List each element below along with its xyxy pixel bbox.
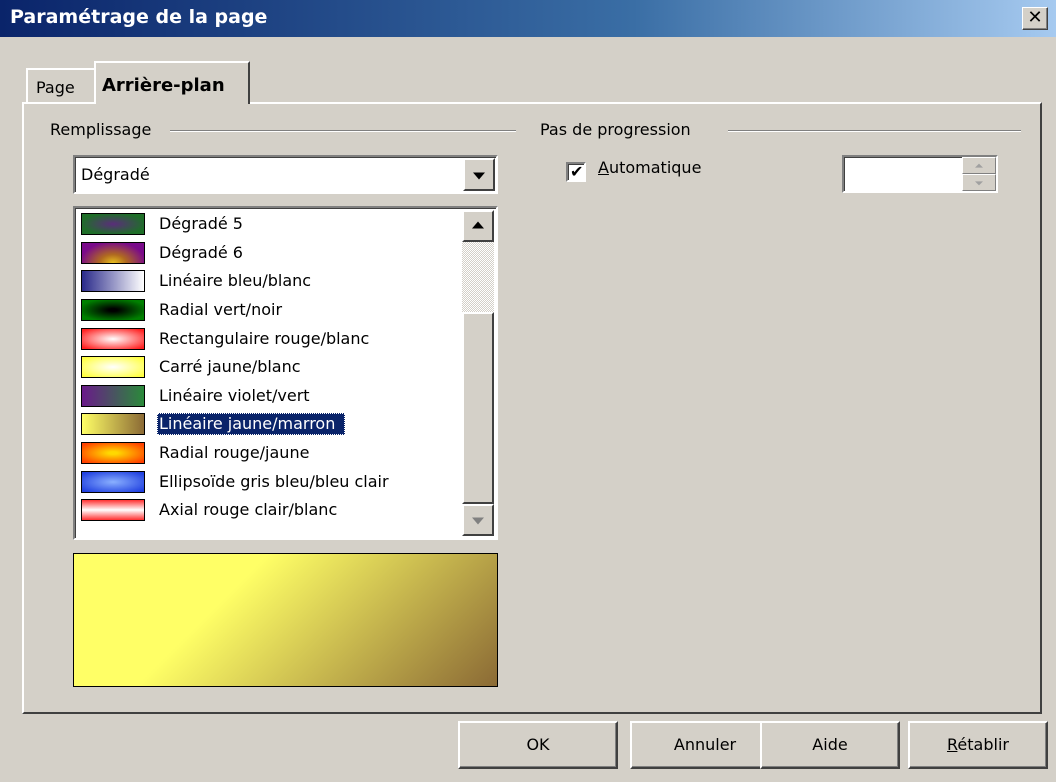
gradient-list-item[interactable]: Radial rouge/jaune <box>77 439 461 468</box>
automatic-label-accesskey: A <box>598 158 609 177</box>
gradient-swatch <box>81 499 145 522</box>
gradient-swatch <box>81 356 145 379</box>
gradient-list-item[interactable]: Linéaire jaune/marron <box>77 410 461 439</box>
step-spin-field[interactable] <box>842 155 998 193</box>
gradient-list-item[interactable]: Ellipsoïde gris bleu/bleu clair <box>77 467 461 496</box>
fill-type-value: Dégradé <box>81 165 150 184</box>
close-button[interactable]: ✕ <box>1022 7 1048 30</box>
automatic-checkbox[interactable]: ✔ <box>566 162 586 182</box>
gradient-list-item[interactable]: Axial rouge clair/blanc <box>77 496 461 525</box>
gradient-label: Dégradé 6 <box>159 242 243 262</box>
gradient-label: Radial rouge/jaune <box>159 443 310 463</box>
gradient-label: Linéaire jaune/marron <box>157 413 346 436</box>
gradient-label: Dégradé 5 <box>159 214 243 234</box>
scroll-thumb[interactable] <box>462 312 494 504</box>
gradient-list-item[interactable]: Linéaire bleu/blanc <box>77 267 461 296</box>
reset-button[interactable]: Rétablir <box>908 721 1048 769</box>
tab-page[interactable]: Page <box>26 68 96 102</box>
scroll-down-button[interactable] <box>462 504 494 536</box>
chevron-down-icon <box>473 172 485 180</box>
gradient-list-item[interactable]: Dégradé 5 <box>77 210 461 239</box>
help-button[interactable]: Aide <box>760 721 900 769</box>
gradient-swatch <box>81 470 145 493</box>
fill-group-line <box>170 130 516 132</box>
window-title: Paramétrage de la page <box>10 6 268 28</box>
gradient-list-item[interactable]: Rectangulaire rouge/blanc <box>77 324 461 353</box>
tab-background-label: Arrière-plan <box>102 75 225 96</box>
gradient-label: Radial vert/noir <box>159 300 283 320</box>
gradient-list-items: Dégradé 5 Dégradé 6 Linéaire bleu/blanc Rad… <box>77 210 461 525</box>
tab-page-label: Page <box>36 78 75 97</box>
automatic-label[interactable]: Automatique <box>598 158 701 177</box>
ok-button[interactable]: OK <box>458 721 618 769</box>
gradient-label: Rectangulaire rouge/blanc <box>159 328 370 348</box>
reset-label-rest: établir <box>957 735 1009 754</box>
gradient-swatch <box>81 413 145 436</box>
gradient-label: Ellipsoïde gris bleu/bleu clair <box>159 471 389 491</box>
gradient-preview <box>73 553 498 687</box>
title-bar: Paramétrage de la page ✕ <box>0 0 1056 37</box>
cancel-button[interactable]: Annuler <box>630 721 780 769</box>
step-group-label: Pas de progression <box>540 120 699 139</box>
gradient-swatch <box>81 213 145 236</box>
fill-group-label: Remplissage <box>50 120 160 139</box>
gradient-list[interactable]: Dégradé 5 Dégradé 6 Linéaire bleu/blanc Rad… <box>73 206 498 540</box>
reset-accesskey: R <box>947 735 958 754</box>
spin-up-icon <box>975 163 983 168</box>
gradient-label: Linéaire violet/vert <box>159 385 310 405</box>
checkmark-icon: ✔ <box>570 162 584 181</box>
automatic-label-rest: utomatique <box>608 158 702 177</box>
gradient-list-item[interactable]: Carré jaune/blanc <box>77 353 461 382</box>
tab-background[interactable]: Arrière-plan <box>94 61 250 104</box>
gradient-list-scrollbar[interactable] <box>462 210 494 536</box>
fill-type-dropdown-button[interactable] <box>463 158 495 191</box>
scroll-up-button[interactable] <box>462 210 494 242</box>
close-icon: ✕ <box>1027 7 1043 28</box>
fill-type-select[interactable]: Dégradé <box>73 155 498 194</box>
gradient-label: Carré jaune/blanc <box>159 357 301 377</box>
gradient-swatch <box>81 327 145 350</box>
gradient-swatch <box>81 299 145 322</box>
gradient-swatch <box>81 384 145 407</box>
gradient-label: Axial rouge clair/blanc <box>159 500 338 520</box>
gradient-swatch <box>81 241 145 264</box>
step-group-line <box>728 130 1021 132</box>
scroll-up-arrow-icon <box>472 221 484 229</box>
spin-down-button[interactable] <box>962 174 996 191</box>
gradient-list-item[interactable]: Radial vert/noir <box>77 296 461 325</box>
gradient-list-item[interactable]: Linéaire violet/vert <box>77 382 461 411</box>
gradient-label: Linéaire bleu/blanc <box>159 271 312 291</box>
spin-up-button[interactable] <box>962 157 996 174</box>
gradient-swatch <box>81 442 145 465</box>
spin-down-icon <box>975 180 983 185</box>
gradient-swatch <box>81 270 145 293</box>
scroll-down-arrow-icon <box>472 517 484 525</box>
gradient-list-item[interactable]: Dégradé 6 <box>77 239 461 268</box>
